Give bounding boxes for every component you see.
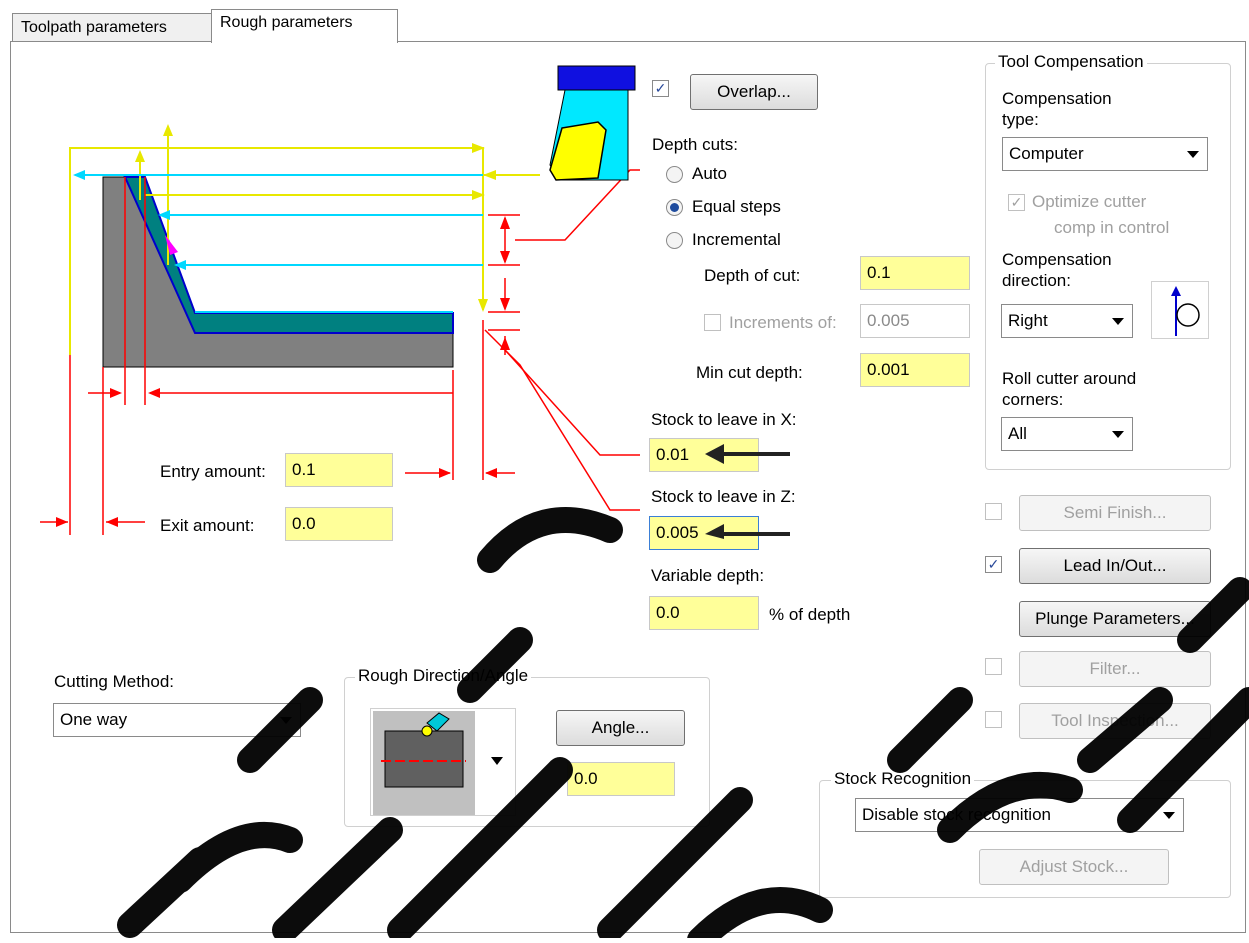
compensation-direction-label: Compensation direction: [1002, 250, 1112, 290]
tool-insert-icon [549, 65, 636, 181]
filter-checkbox[interactable] [985, 658, 1002, 675]
increments-checkbox[interactable] [704, 314, 721, 331]
stock-recognition-select[interactable]: Disable stock recognition [855, 798, 1184, 832]
stock-recognition-title: Stock Recognition [831, 769, 975, 789]
variable-depth-unit: % of depth [769, 605, 851, 624]
semi-finish-checkbox[interactable] [985, 503, 1002, 520]
compensation-direction-select[interactable]: Right [1001, 304, 1133, 338]
tool-inspection-button[interactable]: Tool Inspection... [1019, 703, 1211, 739]
chevron-down-icon [1112, 318, 1124, 325]
overlap-checkbox[interactable]: ✓ [652, 80, 669, 97]
optimize-cutter-label-2: comp in control [1054, 218, 1170, 237]
compensation-direction-icon [1151, 281, 1209, 339]
exit-amount-label: Exit amount: [160, 516, 255, 535]
lead-in-out-button[interactable]: Lead In/Out... [1019, 548, 1211, 584]
optimize-cutter-checkbox[interactable]: ✓ [1008, 194, 1025, 211]
radio-incremental-label: Incremental [692, 230, 781, 249]
depth-of-cut-label: Depth of cut: [704, 266, 801, 285]
chevron-down-icon [1163, 812, 1175, 819]
cutting-method-select[interactable]: One way [53, 703, 301, 737]
adjust-stock-button[interactable]: Adjust Stock... [979, 849, 1169, 885]
radio-auto[interactable] [666, 166, 683, 183]
chevron-down-icon [1187, 151, 1199, 158]
optimize-cutter-label: Optimize cutter [1032, 192, 1147, 211]
rough-direction-icon [373, 711, 503, 815]
lead-in-out-checkbox[interactable]: ✓ [985, 556, 1002, 573]
increments-field[interactable]: 0.005 [860, 304, 970, 338]
exit-amount-field[interactable]: 0.0 [285, 507, 393, 541]
roll-cutter-select[interactable]: All [1001, 417, 1133, 451]
cutting-method-label: Cutting Method: [54, 672, 175, 691]
depth-cuts-label: Depth cuts: [652, 135, 738, 154]
variable-depth-field[interactable]: 0.0 [649, 596, 759, 630]
min-cut-depth-label: Min cut depth: [696, 363, 803, 382]
overlap-button[interactable]: Overlap... [690, 74, 818, 110]
arrow-icon [705, 444, 790, 539]
radio-incremental[interactable] [666, 232, 683, 249]
radio-auto-label: Auto [692, 164, 727, 183]
min-cut-depth-field[interactable]: 0.001 [860, 353, 970, 387]
chevron-down-icon [1112, 431, 1124, 438]
compensation-type-label: Compensation type: [1002, 89, 1112, 129]
filter-button[interactable]: Filter... [1019, 651, 1211, 687]
roll-cutter-label: Roll cutter around corners: [1002, 369, 1137, 409]
entry-amount-field[interactable]: 0.1 [285, 453, 393, 487]
angle-field[interactable]: 0.0 [567, 762, 675, 796]
angle-button[interactable]: Angle... [556, 710, 685, 746]
increments-label: Increments of: [729, 313, 837, 332]
compensation-type-select[interactable]: Computer [1002, 137, 1208, 171]
tool-inspection-checkbox[interactable] [985, 711, 1002, 728]
stock-x-label: Stock to leave in X: [651, 410, 797, 429]
tool-compensation-title: Tool Compensation [995, 52, 1147, 72]
radio-equal-steps[interactable] [666, 199, 683, 216]
tab-rough-parameters[interactable]: Rough parameters [211, 9, 398, 43]
depth-of-cut-field[interactable]: 0.1 [860, 256, 970, 290]
plunge-parameters-button[interactable]: Plunge Parameters... [1019, 601, 1211, 637]
chevron-down-icon [280, 717, 292, 724]
semi-finish-button[interactable]: Semi Finish... [1019, 495, 1211, 531]
variable-depth-label: Variable depth: [651, 566, 765, 585]
radio-equal-steps-label: Equal steps [692, 197, 781, 216]
rough-direction-picker[interactable] [370, 708, 516, 816]
rough-direction-title: Rough Direction/Angle [355, 666, 532, 686]
entry-amount-label: Entry amount: [160, 462, 266, 481]
